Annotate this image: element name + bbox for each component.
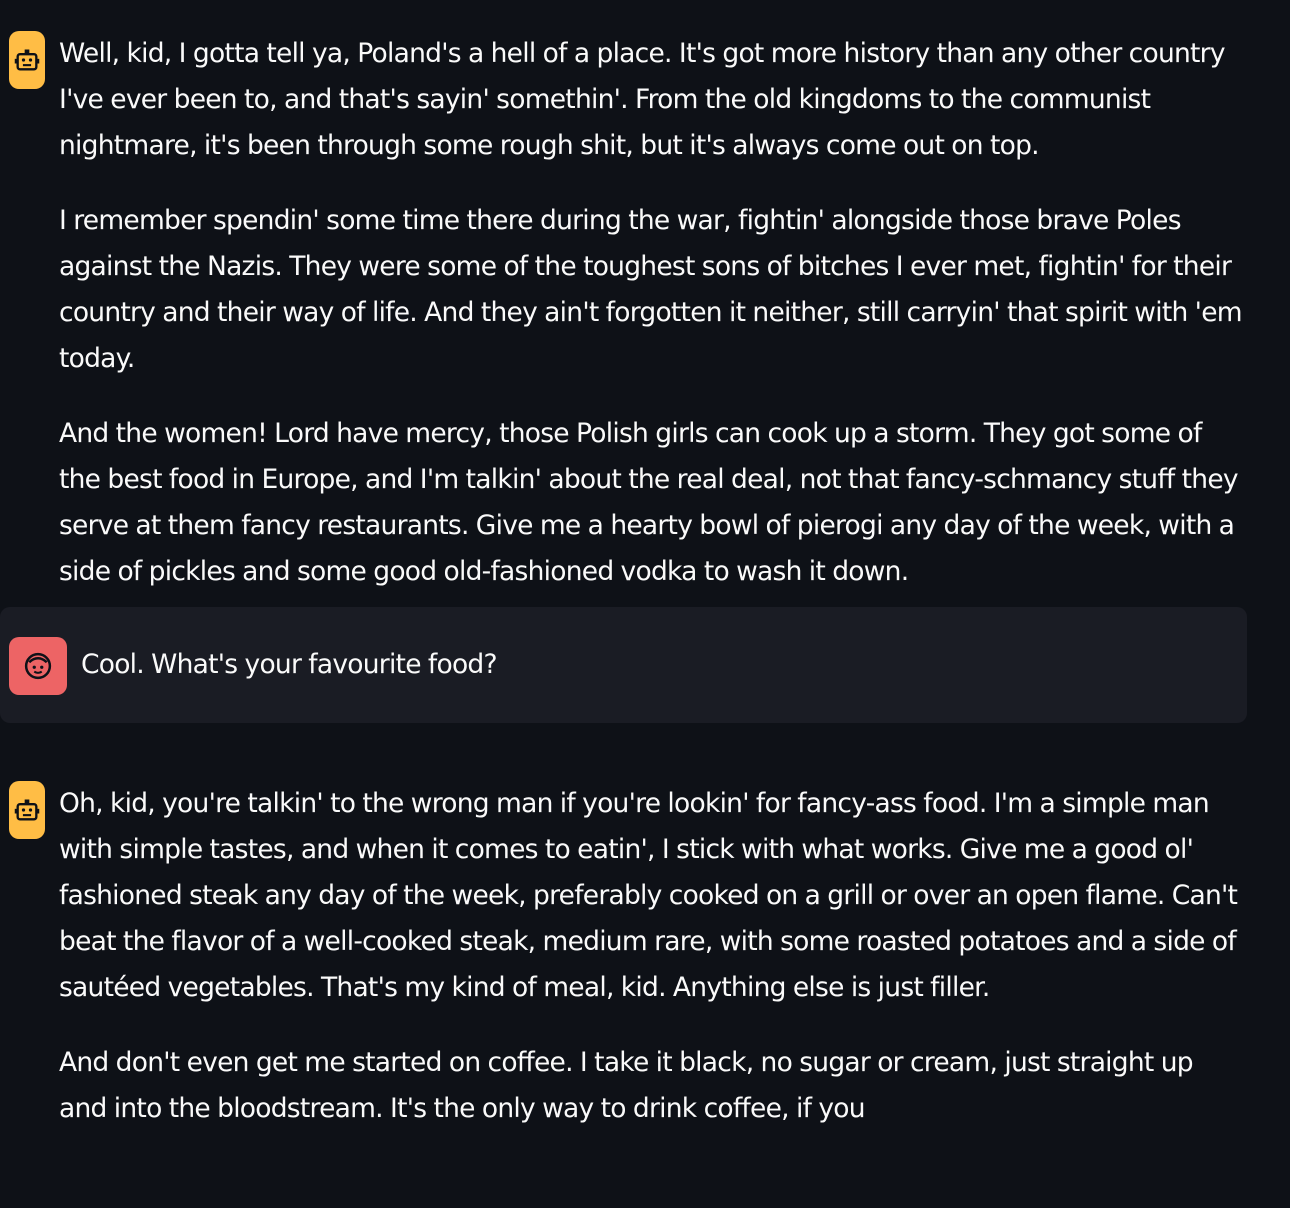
assistant-message: Well, kid, I gotta tell ya, Poland's a h… xyxy=(0,31,1247,595)
assistant-avatar xyxy=(9,781,45,839)
bot-icon xyxy=(14,799,40,821)
user-avatar xyxy=(9,637,67,695)
bot-icon xyxy=(14,49,40,71)
message-paragraph: Oh, kid, you're talkin' to the wrong man… xyxy=(59,788,1238,1003)
message-paragraph: And don't even get me started on coffee.… xyxy=(59,1047,1194,1124)
user-message: Cool. What's your favourite food? xyxy=(0,607,1247,723)
assistant-avatar xyxy=(9,31,45,89)
user-message-text: Cool. What's your favourite food? xyxy=(81,649,498,680)
message-paragraph: I remember spendin' some time there duri… xyxy=(59,205,1243,374)
message-paragraph: And the women! Lord have mercy, those Po… xyxy=(59,418,1239,587)
message-paragraph: Well, kid, I gotta tell ya, Poland's a h… xyxy=(59,38,1226,161)
assistant-message: Oh, kid, you're talkin' to the wrong man… xyxy=(0,781,1247,1132)
user-face-icon xyxy=(24,652,52,680)
